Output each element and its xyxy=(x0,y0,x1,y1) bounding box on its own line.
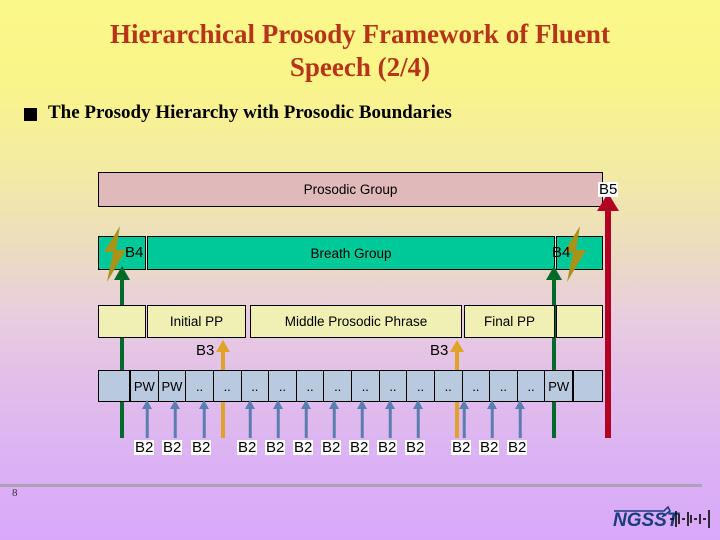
b2-label-group: B2 B2 B2 B2 B2 B2 B2 B2 B2 B2 B2 B2 B2 xyxy=(0,0,720,540)
b2-label: B2 xyxy=(265,439,286,456)
b2-label: B2 xyxy=(349,439,370,456)
b2-label: B2 xyxy=(507,439,528,456)
page-number: 8 xyxy=(12,487,18,499)
b2-label: B2 xyxy=(321,439,342,456)
b2-label: B2 xyxy=(451,439,472,456)
b2-label: B2 xyxy=(405,439,426,456)
b2-label: B2 xyxy=(191,439,212,456)
b2-label: B2 xyxy=(479,439,500,456)
svg-text:NGSST: NGSST xyxy=(613,510,680,531)
b2-label: B2 xyxy=(377,439,398,456)
b2-label: B2 xyxy=(237,439,258,456)
b2-label: B2 xyxy=(293,439,314,456)
b2-label: B2 xyxy=(162,439,183,456)
footer-divider xyxy=(0,484,702,487)
b2-label: B2 xyxy=(134,439,155,456)
ngsst-logo-icon: NGSST xyxy=(613,505,710,531)
prosody-hierarchy-diagram: Prosodic Group B5 Breath Group B4 B4 Ini… xyxy=(0,0,720,540)
